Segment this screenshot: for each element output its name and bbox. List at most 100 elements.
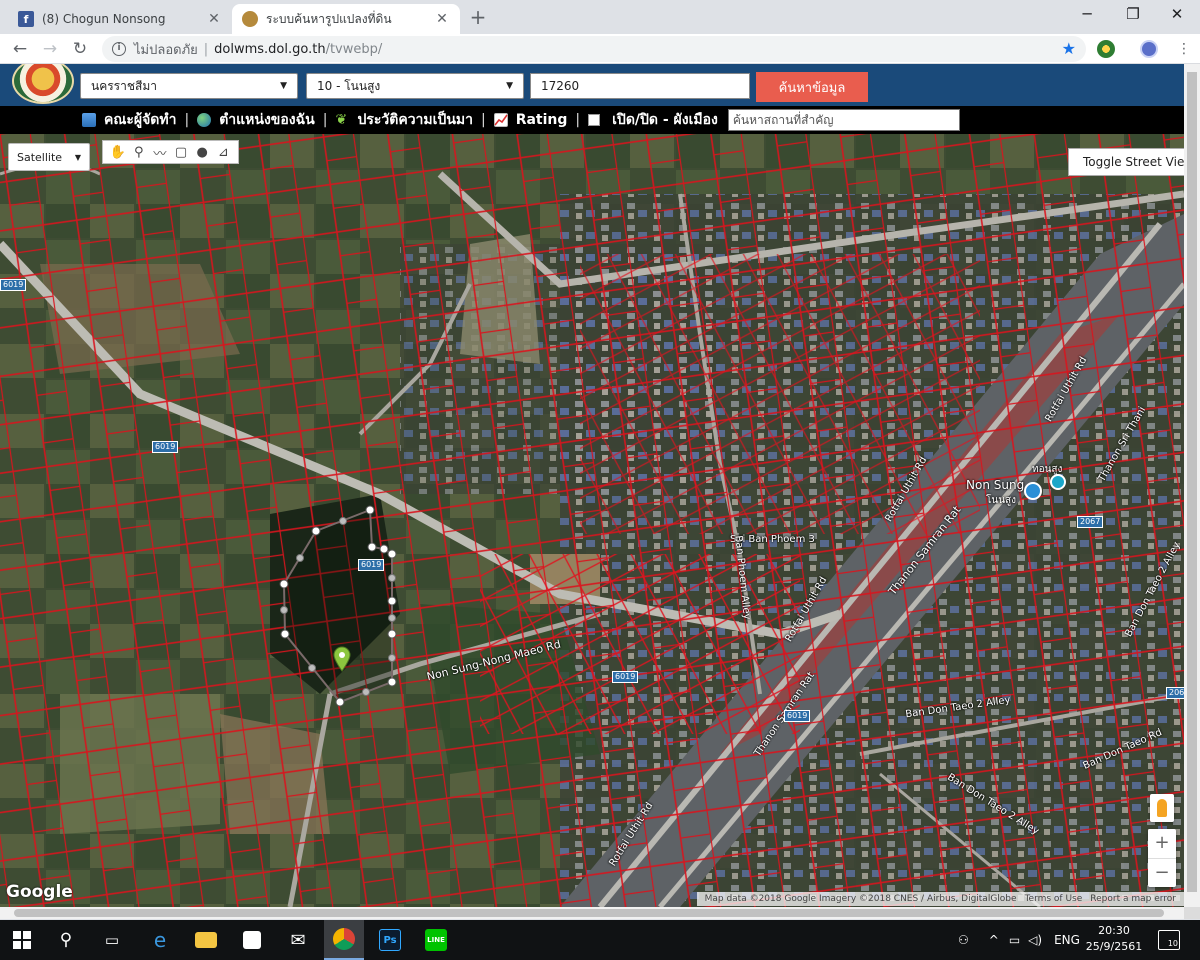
camera-icon[interactable] bbox=[1050, 474, 1066, 490]
close-tab-icon[interactable]: ✕ bbox=[206, 11, 222, 27]
people-icon[interactable]: ⚇ bbox=[958, 933, 969, 947]
menu-separator: | bbox=[184, 112, 190, 128]
location-marker-icon[interactable] bbox=[333, 646, 351, 672]
task-view-icon[interactable]: ▭ bbox=[92, 920, 132, 960]
reload-button[interactable]: ↻ bbox=[68, 37, 92, 61]
close-tab-icon[interactable]: ✕ bbox=[434, 11, 450, 27]
province-select[interactable]: นครราชสีมา ▼ bbox=[80, 73, 298, 99]
menu-item-team[interactable]: คณะผู้จัดทำ bbox=[82, 109, 176, 131]
city-plan-checkbox[interactable] bbox=[588, 114, 601, 126]
attribution-text: Map data ©2018 Google Imagery ©2018 CNES… bbox=[704, 894, 1017, 904]
url-path: /tvwebp/ bbox=[325, 41, 383, 57]
zoom-control: + − bbox=[1148, 829, 1176, 887]
map-pin-icon[interactable]: ⚲ bbox=[130, 145, 148, 160]
report-error-link[interactable]: Report a map error bbox=[1090, 894, 1176, 904]
edge-icon[interactable]: e bbox=[140, 920, 180, 960]
polyline-icon[interactable]: 〰 bbox=[151, 143, 169, 162]
bookmark-star-icon[interactable]: ★ bbox=[1062, 39, 1076, 58]
tray-overflow-icon[interactable]: ^ bbox=[989, 933, 999, 947]
dol-icon bbox=[242, 11, 258, 27]
close-window-button[interactable]: ✕ bbox=[1154, 0, 1200, 30]
circle-icon[interactable]: ● bbox=[193, 145, 211, 160]
district-select[interactable]: 10 - โนนสูง ▼ bbox=[306, 73, 524, 99]
extension-icon[interactable] bbox=[1097, 40, 1115, 58]
notification-center-icon[interactable]: 10 bbox=[1158, 930, 1180, 950]
chrome-icon[interactable] bbox=[324, 920, 364, 960]
zoom-out-button[interactable]: − bbox=[1148, 858, 1176, 887]
address-bar[interactable]: i ไม่ปลอดภัย | dolwms.dol.go.th/tvwebp/ … bbox=[102, 36, 1086, 62]
hand-pan-icon[interactable]: ✋ bbox=[109, 145, 127, 160]
store-icon[interactable] bbox=[232, 920, 272, 960]
scrollbar-thumb[interactable] bbox=[1187, 72, 1197, 892]
menu-separator: | bbox=[575, 112, 581, 128]
pegman-icon[interactable] bbox=[1150, 794, 1174, 822]
sprout-icon: ❦ bbox=[335, 112, 348, 128]
profile-avatar-icon[interactable] bbox=[1140, 40, 1158, 58]
satellite-map[interactable]: Non Sung-Nong Maeo Rd Soi Ban Phoem 3 Ba… bbox=[0, 134, 1184, 907]
building-icon bbox=[82, 113, 96, 127]
mail-icon[interactable]: ✉ bbox=[278, 920, 318, 960]
security-label: ไม่ปลอดภัย bbox=[134, 42, 198, 58]
map-type-select[interactable]: Satellite ▼ bbox=[8, 143, 90, 171]
start-button[interactable] bbox=[2, 920, 42, 960]
zoom-in-button[interactable]: + bbox=[1148, 829, 1176, 858]
station-label[interactable]: Non Sung โนนสูง bbox=[966, 478, 1024, 508]
toggle-street-view-button[interactable]: Toggle Street View bbox=[1068, 148, 1184, 176]
route-shield: 6019 bbox=[358, 559, 385, 571]
windows-taskbar: ⚲ ▭ e ✉ Ps LINE ⚇ ^ ▭ ◁) ENG 20:30 25/9/… bbox=[0, 920, 1200, 960]
tab-strip: f (8) Chogun Nonsong ✕ ระบบค้นหารูปแปลงท… bbox=[0, 0, 1200, 34]
postcode-input[interactable]: 17260 bbox=[530, 73, 750, 99]
menu-item-my-location[interactable]: ตำแหน่งของฉัน bbox=[197, 109, 315, 131]
horizontal-scrollbar[interactable] bbox=[0, 907, 1184, 919]
dropdown-arrow-icon: ▼ bbox=[506, 81, 513, 91]
browser-menu-icon[interactable]: ⋮ bbox=[1172, 37, 1196, 61]
taskbar-clock[interactable]: 20:30 25/9/2561 bbox=[1084, 923, 1144, 955]
map-attribution: Map data ©2018 Google Imagery ©2018 CNES… bbox=[696, 892, 1184, 906]
vertical-scrollbar[interactable] bbox=[1184, 64, 1200, 907]
route-shield: 6019 bbox=[612, 671, 639, 683]
back-button[interactable]: ← bbox=[8, 37, 32, 61]
forward-button[interactable]: → bbox=[38, 37, 62, 61]
menu-separator: | bbox=[480, 112, 486, 128]
network-icon[interactable]: ▭ bbox=[1009, 933, 1020, 947]
volume-icon[interactable]: ◁) bbox=[1028, 933, 1042, 947]
file-explorer-icon[interactable] bbox=[186, 920, 226, 960]
scrollbar-thumb[interactable] bbox=[14, 909, 1164, 917]
search-bar: นครราชสีมา ▼ 10 - โนนสูง ▼ 17260 ค้นหาข้… bbox=[0, 64, 1184, 106]
menu-item-rating[interactable]: Rating bbox=[493, 112, 568, 128]
photoshop-icon[interactable]: Ps bbox=[370, 920, 410, 960]
address-separator: | bbox=[203, 41, 209, 57]
route-shield: 2067 bbox=[1166, 687, 1184, 699]
menu-bar: คณะผู้จัดทำ | ตำแหน่งของฉัน | ❦ ประวัติค… bbox=[0, 106, 1184, 134]
city-plan-toggle-label: เปิด/ปิด - ผังเมือง bbox=[612, 112, 718, 128]
dol-logo bbox=[12, 64, 74, 104]
minimize-button[interactable]: ─ bbox=[1064, 0, 1110, 30]
polygon-icon[interactable]: ⊿ bbox=[214, 145, 232, 160]
scrollbar-corner bbox=[1184, 907, 1200, 919]
train-station-icon[interactable] bbox=[1024, 482, 1042, 500]
search-submit-button[interactable]: ค้นหาข้อมูล bbox=[756, 72, 868, 102]
browser-toolbar: ← → ↻ i ไม่ปลอดภัย | dolwms.dol.go.th/tv… bbox=[0, 34, 1200, 64]
clock-time: 20:30 bbox=[1098, 924, 1130, 937]
info-icon[interactable]: i bbox=[112, 42, 126, 56]
input-language[interactable]: ENG bbox=[1054, 933, 1080, 947]
postcode-value: 17260 bbox=[541, 79, 580, 93]
menu-item-history[interactable]: ❦ ประวัติความเป็นมา bbox=[335, 109, 473, 131]
menu-item-label: ตำแหน่งของฉัน bbox=[219, 112, 315, 128]
new-tab-button[interactable]: + bbox=[466, 6, 490, 30]
route-shield: 6019 bbox=[784, 710, 811, 722]
facebook-icon: f bbox=[18, 11, 34, 27]
system-tray: ⚇ ^ ▭ ◁) ENG bbox=[958, 920, 1080, 960]
landmark-search-input[interactable]: ค้นหาสถานที่สำคัญ bbox=[727, 109, 960, 131]
maximize-button[interactable]: ❐ bbox=[1110, 0, 1156, 30]
dropdown-arrow-icon: ▼ bbox=[280, 81, 287, 91]
globe-icon bbox=[197, 113, 212, 127]
menu-item-label: Rating bbox=[515, 112, 568, 128]
tab-land-search[interactable]: ระบบค้นหารูปแปลงที่ดิน ✕ bbox=[232, 4, 460, 34]
search-icon[interactable]: ⚲ bbox=[46, 920, 86, 960]
rectangle-icon[interactable]: ▢ bbox=[172, 145, 190, 160]
line-icon[interactable]: LINE bbox=[416, 920, 456, 960]
tab-facebook[interactable]: f (8) Chogun Nonsong ✕ bbox=[8, 4, 232, 34]
terms-link[interactable]: Terms of Use bbox=[1025, 894, 1083, 904]
notification-count: 10 bbox=[1167, 939, 1178, 948]
